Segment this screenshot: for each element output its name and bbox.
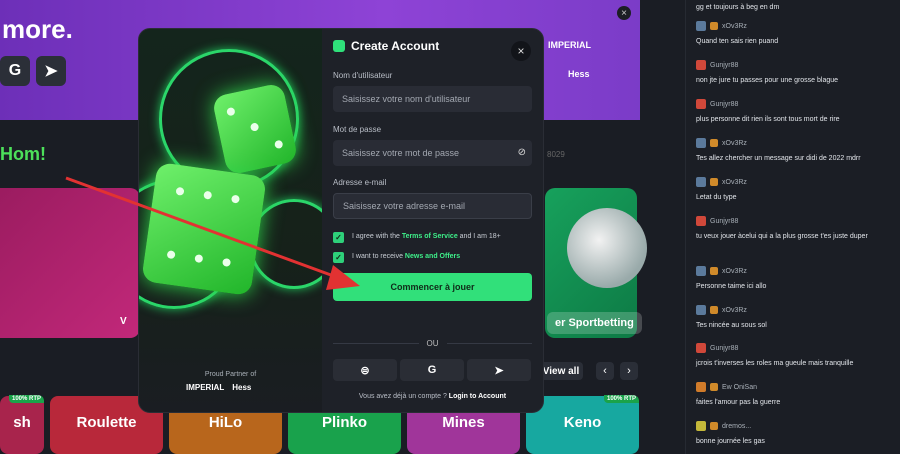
avatar (696, 382, 706, 392)
rank-badge-icon (710, 306, 718, 314)
avatar (696, 138, 706, 148)
rank-badge-icon (710, 178, 718, 186)
avatar (696, 421, 706, 431)
chat-panel: gg et toujours à beg en dm xOv3Rz Quand t… (685, 0, 900, 454)
chat-message: dremos... bonne journée les gas (696, 421, 765, 445)
rank-badge-icon (710, 22, 718, 30)
chat-message: Gunjyr88 plus personne dit rien ils sont … (696, 99, 840, 123)
chat-message: xOv3Rz Tes nincée au sous sol (696, 305, 767, 329)
chat-message: xOv3Rz Personne taime ici allo (696, 266, 767, 290)
avatar (696, 99, 706, 109)
chat-message: xOv3Rz Quand ten sais rien puand (696, 21, 779, 45)
avatar (696, 60, 706, 70)
rank-badge-icon (710, 383, 718, 391)
avatar (696, 266, 706, 276)
chat-message: xOv3Rz Letat du type (696, 177, 747, 201)
chat-message: xOv3Rz Tes allez chercher un message sur … (696, 138, 861, 162)
chat-message: Gunjyr88 non jte jure tu passes pour une … (696, 60, 839, 84)
avatar (696, 216, 706, 226)
chat-message: Gunjyr88 tu veux jouer àcelui qui a la pl… (696, 216, 868, 240)
chat-message: Ew OniSan faites l'amour pas la guerre (696, 382, 781, 406)
chat-message: Gunjyr88 jcrois t'inverses les roles ma g… (696, 343, 854, 367)
rank-badge-icon (710, 139, 718, 147)
chat-message: gg et toujours à beg en dm (696, 4, 780, 11)
avatar (696, 21, 706, 31)
avatar (696, 177, 706, 187)
avatar (696, 305, 706, 315)
avatar (696, 343, 706, 353)
rank-badge-icon (710, 422, 718, 430)
rank-badge-icon (710, 267, 718, 275)
